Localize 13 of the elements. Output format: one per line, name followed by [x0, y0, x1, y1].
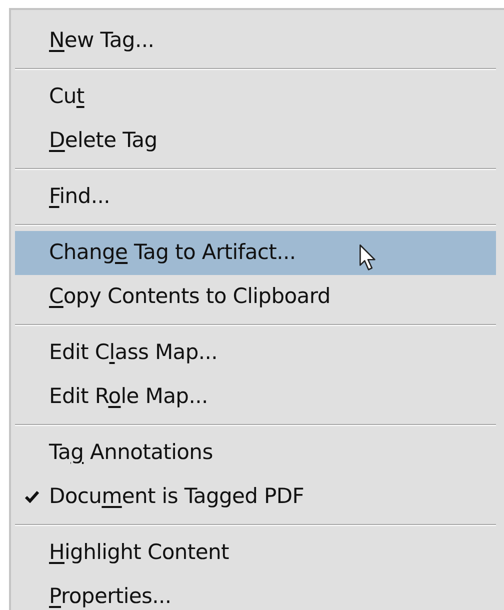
menu-item[interactable]: Cut [15, 75, 496, 119]
menu-item[interactable]: Find... [15, 175, 496, 219]
menu-item[interactable]: Highlight Content [15, 531, 496, 575]
menu-item[interactable]: New Tag... [15, 19, 496, 63]
menu-item[interactable]: Edit Class Map... [15, 331, 496, 375]
menu-item[interactable]: Edit Role Map... [15, 375, 496, 419]
menu-item[interactable]: Tag Annotations [15, 431, 496, 475]
mouse-pointer-icon [359, 244, 377, 273]
menu-item[interactable]: Delete Tag [15, 119, 496, 163]
menu-item[interactable]: Properties... [15, 575, 496, 610]
menu-item[interactable]: Document is Tagged PDF [15, 475, 496, 519]
menu-item[interactable]: Copy Contents to Clipboard [15, 275, 496, 319]
menu-item[interactable]: Change Tag to Artifact... [15, 231, 496, 275]
